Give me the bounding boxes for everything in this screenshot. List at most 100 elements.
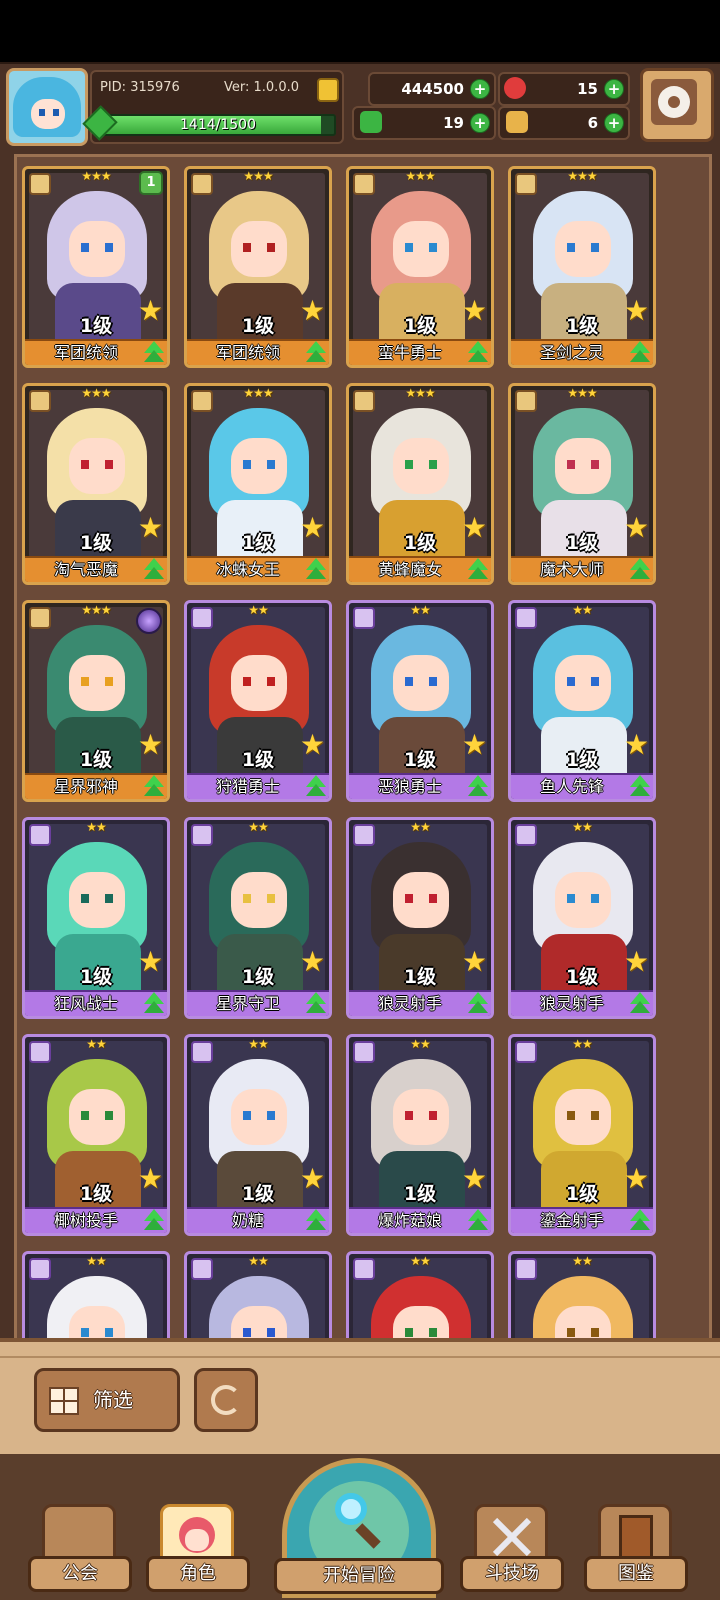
upgrade-arrow-icon[interactable] bbox=[143, 992, 165, 1014]
name-bar: 狼灵射手 bbox=[349, 990, 491, 1016]
upgrade-arrow-icon[interactable] bbox=[467, 558, 489, 580]
add-clover-button[interactable]: + bbox=[470, 113, 490, 133]
gold-value: 444500 bbox=[401, 80, 464, 98]
name-bar: 狼灵射手 bbox=[511, 990, 653, 1016]
refresh-button[interactable] bbox=[194, 1368, 258, 1432]
upgrade-arrow-icon[interactable] bbox=[305, 992, 327, 1014]
settings-button[interactable] bbox=[640, 68, 714, 142]
start-adventure-button[interactable]: 开始冒险 bbox=[274, 1454, 444, 1600]
exp-text: 1414/1500 bbox=[180, 117, 256, 133]
character-eye bbox=[81, 460, 89, 469]
upgrade-arrow-icon[interactable] bbox=[305, 558, 327, 580]
character-card[interactable]: ★★★ 1级 ★ 黄蜂魔女 bbox=[346, 383, 494, 585]
upgrade-arrow-icon[interactable] bbox=[143, 1209, 165, 1231]
nav-character-label: 角色 bbox=[180, 1563, 216, 1584]
upgrade-arrow-icon[interactable] bbox=[467, 992, 489, 1014]
character-eye bbox=[429, 243, 437, 252]
character-eye bbox=[81, 894, 89, 903]
grid-icon bbox=[49, 1387, 79, 1415]
character-face bbox=[555, 872, 611, 928]
character-card[interactable]: ★★ 1级 ★ 鎏金射手 bbox=[508, 1034, 656, 1236]
star-icon: ★ bbox=[623, 511, 649, 544]
star-icon: ★ bbox=[299, 511, 325, 544]
rarity-stars: ★★ bbox=[248, 820, 269, 834]
character-card[interactable]: ★★★ 1级 ★ 魔术大师 bbox=[508, 383, 656, 585]
magnifier-icon bbox=[335, 1493, 367, 1525]
avatar-eye bbox=[53, 109, 59, 116]
character-card[interactable]: ★★★ 1级 ★ 冰蛛女王 bbox=[184, 383, 332, 585]
add-key-button[interactable]: + bbox=[604, 113, 624, 133]
character-face bbox=[231, 438, 287, 494]
upgrade-arrow-icon[interactable] bbox=[467, 1209, 489, 1231]
character-card[interactable]: ★★★ 1级 ★ 蛮牛勇士 bbox=[346, 166, 494, 368]
character-eye bbox=[567, 677, 575, 686]
character-card[interactable]: ★★ 1级 ★ 鱼人先锋 bbox=[508, 600, 656, 802]
character-face bbox=[393, 1089, 449, 1145]
character-card[interactable]: ★★ 1级 ★ 恶狼勇士 bbox=[346, 600, 494, 802]
add-ruby-button[interactable]: + bbox=[604, 79, 624, 99]
character-eye bbox=[429, 1328, 437, 1337]
character-eye bbox=[591, 460, 599, 469]
upgrade-arrow-icon[interactable] bbox=[467, 775, 489, 797]
filter-bar: 筛选 bbox=[0, 1338, 720, 1458]
character-card[interactable]: ★★ 1级 ★ 奶糖 bbox=[184, 1034, 332, 1236]
character-name: 冰蛛女王 bbox=[215, 560, 280, 579]
nav-guild-label: 公会 bbox=[62, 1563, 98, 1584]
character-card[interactable]: ★★ 1级 ★ 星界守卫 bbox=[184, 817, 332, 1019]
character-card[interactable]: ★★★ 1级 ★ 淘气恶魔 bbox=[22, 383, 170, 585]
nav-character[interactable]: 角色 bbox=[146, 1494, 250, 1600]
upgrade-arrow-icon[interactable] bbox=[629, 341, 651, 363]
character-card[interactable]: ★★★ 1级 ★ 军团统领 bbox=[184, 166, 332, 368]
player-avatar[interactable] bbox=[6, 68, 88, 146]
character-card[interactable]: ★★★ 1级 ★ 星界邪神 bbox=[22, 600, 170, 802]
nav-label-box: 斗技场 bbox=[460, 1556, 564, 1592]
star-icon: ★ bbox=[137, 511, 163, 544]
character-face bbox=[555, 221, 611, 277]
character-eye bbox=[81, 1111, 89, 1120]
filter-button[interactable]: 筛选 bbox=[34, 1368, 180, 1432]
upgrade-arrow-icon[interactable] bbox=[467, 341, 489, 363]
character-card[interactable]: ★★ 1级 ★ 狼灵射手 bbox=[346, 817, 494, 1019]
character-eye bbox=[267, 1328, 275, 1337]
nav-codex[interactable]: 图鉴 bbox=[584, 1494, 688, 1600]
rarity-stars: ★★ bbox=[572, 603, 593, 617]
upgrade-arrow-icon[interactable] bbox=[629, 992, 651, 1014]
rarity-stars: ★★ bbox=[248, 1037, 269, 1051]
upgrade-arrow-icon[interactable] bbox=[629, 775, 651, 797]
character-name: 狼灵射手 bbox=[377, 994, 442, 1013]
player-id: PID: 315976 bbox=[100, 80, 180, 95]
character-eye bbox=[405, 677, 413, 686]
character-name: 星界守卫 bbox=[215, 994, 280, 1013]
clover-panel: 19 + bbox=[352, 106, 496, 140]
nav-codex-label: 图鉴 bbox=[618, 1563, 654, 1584]
character-name: 圣剑之灵 bbox=[539, 343, 604, 362]
character-card[interactable]: ★★ 1级 ★ 椰树投手 bbox=[22, 1034, 170, 1236]
star-icon: ★ bbox=[299, 728, 325, 761]
character-card[interactable]: ★★ 1级 ★ 狂风战士 bbox=[22, 817, 170, 1019]
character-eye bbox=[591, 894, 599, 903]
upgrade-arrow-icon[interactable] bbox=[629, 1209, 651, 1231]
add-gold-button[interactable]: + bbox=[470, 79, 490, 99]
nav-label-box: 公会 bbox=[28, 1556, 132, 1592]
upgrade-arrow-icon[interactable] bbox=[305, 775, 327, 797]
upgrade-arrow-icon[interactable] bbox=[143, 341, 165, 363]
upgrade-arrow-icon[interactable] bbox=[305, 1209, 327, 1231]
upgrade-arrow-icon[interactable] bbox=[629, 558, 651, 580]
character-eye bbox=[591, 677, 599, 686]
character-name: 鱼人先锋 bbox=[539, 777, 604, 796]
character-face bbox=[69, 1089, 125, 1145]
character-card[interactable]: ★★★ 1 1级 ★ 军团统领 bbox=[22, 166, 170, 368]
nav-arena[interactable]: 斗技场 bbox=[460, 1494, 564, 1600]
divider bbox=[0, 1356, 720, 1358]
name-bar: 狩猎勇士 bbox=[187, 773, 329, 799]
character-card[interactable]: ★★ 1级 ★ 爆炸菇娘 bbox=[346, 1034, 494, 1236]
upgrade-arrow-icon[interactable] bbox=[305, 341, 327, 363]
character-eye bbox=[267, 894, 275, 903]
upgrade-arrow-icon[interactable] bbox=[143, 775, 165, 797]
character-card[interactable]: ★★ 1级 ★ 狩猎勇士 bbox=[184, 600, 332, 802]
character-card[interactable]: ★★ 1级 ★ 狼灵射手 bbox=[508, 817, 656, 1019]
character-card[interactable]: ★★★ 1级 ★ 圣剑之灵 bbox=[508, 166, 656, 368]
nav-guild[interactable]: 公会 bbox=[28, 1494, 132, 1600]
upgrade-arrow-icon[interactable] bbox=[143, 558, 165, 580]
character-face bbox=[555, 655, 611, 711]
